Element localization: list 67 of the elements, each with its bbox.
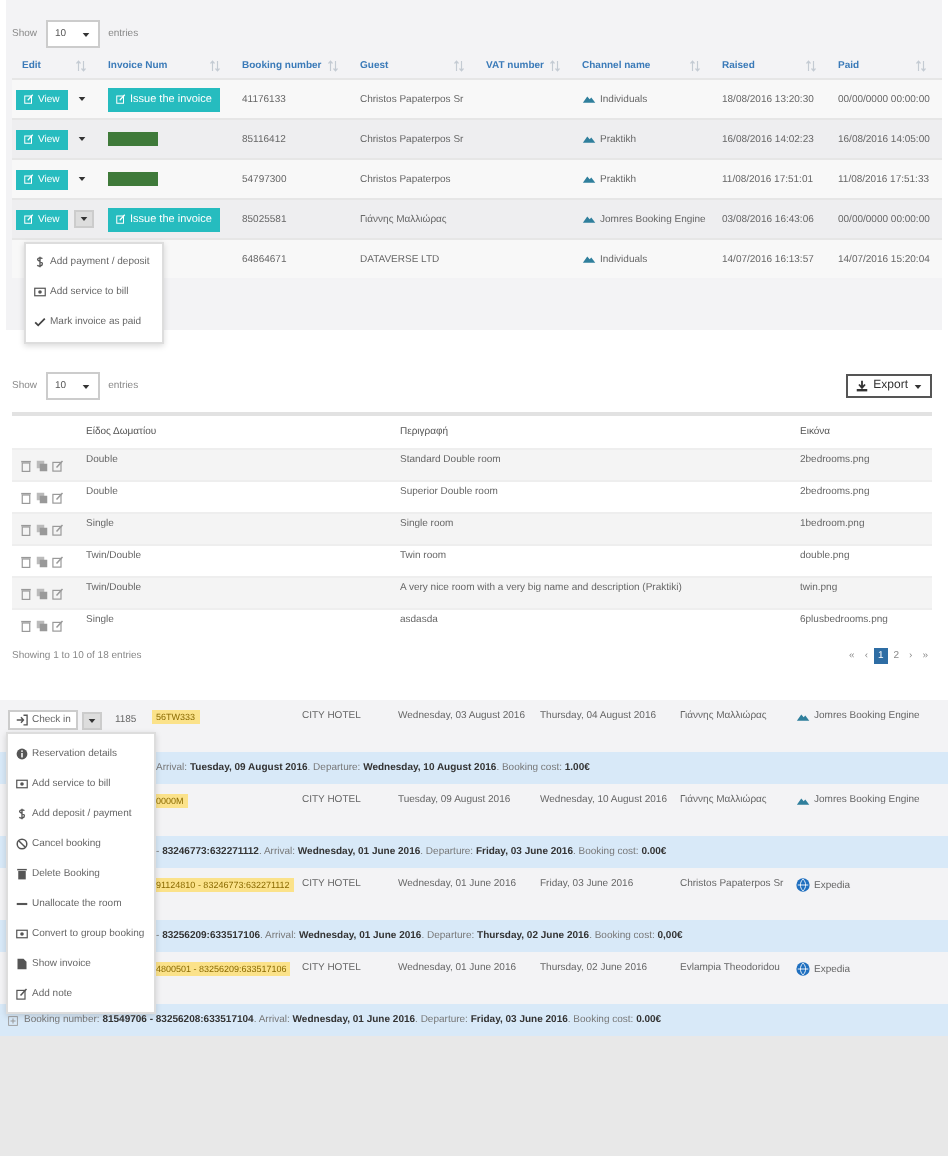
edit-icon[interactable] <box>52 524 64 536</box>
edit-icon <box>116 94 126 104</box>
caret-icon <box>79 216 88 222</box>
copy-icon[interactable] <box>36 524 48 536</box>
caret-icon <box>82 31 91 37</box>
info-icon <box>16 747 28 759</box>
cloud-icon <box>582 254 596 264</box>
copy-icon[interactable] <box>36 492 48 504</box>
cloud-icon <box>582 134 596 144</box>
edit-icon <box>24 94 34 104</box>
sort-icon[interactable] <box>454 60 464 72</box>
money-icon <box>16 927 28 939</box>
edit-icon[interactable] <box>52 588 64 600</box>
trash-icon <box>16 867 28 879</box>
trash-icon[interactable] <box>20 588 32 600</box>
file-icon <box>16 957 28 969</box>
caret-icon <box>77 136 86 142</box>
copy-icon[interactable] <box>36 460 48 472</box>
money-icon <box>16 777 28 789</box>
sort-icon[interactable] <box>690 60 700 72</box>
copy-icon[interactable] <box>36 588 48 600</box>
globe-icon <box>796 878 810 892</box>
edit-icon[interactable] <box>52 556 64 568</box>
caret-icon <box>88 717 97 723</box>
sort-icon[interactable] <box>76 60 86 72</box>
download-icon <box>855 380 868 392</box>
edit-icon <box>16 987 28 999</box>
cloud-icon <box>796 795 810 805</box>
trash-icon[interactable] <box>20 492 32 504</box>
sort-icon[interactable] <box>550 60 560 72</box>
trash-icon[interactable] <box>20 556 32 568</box>
cloud-icon <box>796 711 810 721</box>
sort-icon[interactable] <box>210 60 220 72</box>
trash-icon[interactable] <box>20 460 32 472</box>
sort-icon[interactable] <box>328 60 338 72</box>
money-icon <box>34 286 46 298</box>
edit-icon <box>24 174 34 184</box>
copy-icon[interactable] <box>36 620 48 632</box>
cloud-icon <box>582 94 596 104</box>
edit-icon <box>24 214 34 224</box>
edit-icon[interactable] <box>52 620 64 632</box>
edit-icon <box>116 214 126 224</box>
sort-icon[interactable] <box>916 60 926 72</box>
redacted-block <box>108 132 158 146</box>
dropdown-toggle[interactable] <box>73 210 94 228</box>
edit-icon[interactable] <box>52 492 64 504</box>
ban-icon <box>16 837 28 849</box>
dropdown-toggle[interactable] <box>82 711 103 729</box>
edit-icon[interactable] <box>52 460 64 472</box>
caret-icon <box>82 383 91 389</box>
caret-icon <box>914 383 922 389</box>
caret-icon <box>77 96 86 102</box>
copy-icon[interactable] <box>36 556 48 568</box>
trash-icon[interactable] <box>20 524 32 536</box>
sign-in-icon <box>16 714 28 726</box>
expand-icon[interactable] <box>8 1015 18 1025</box>
cloud-icon <box>582 214 596 224</box>
globe-icon <box>796 962 810 976</box>
edit-icon <box>24 134 34 144</box>
dollar-icon <box>34 256 46 268</box>
trash-icon[interactable] <box>20 620 32 632</box>
caret-icon <box>77 176 86 182</box>
redacted-block <box>108 172 158 186</box>
check-icon <box>34 316 46 328</box>
sort-icon[interactable] <box>806 60 816 72</box>
dollar-icon <box>16 807 28 819</box>
cloud-icon <box>582 174 596 184</box>
